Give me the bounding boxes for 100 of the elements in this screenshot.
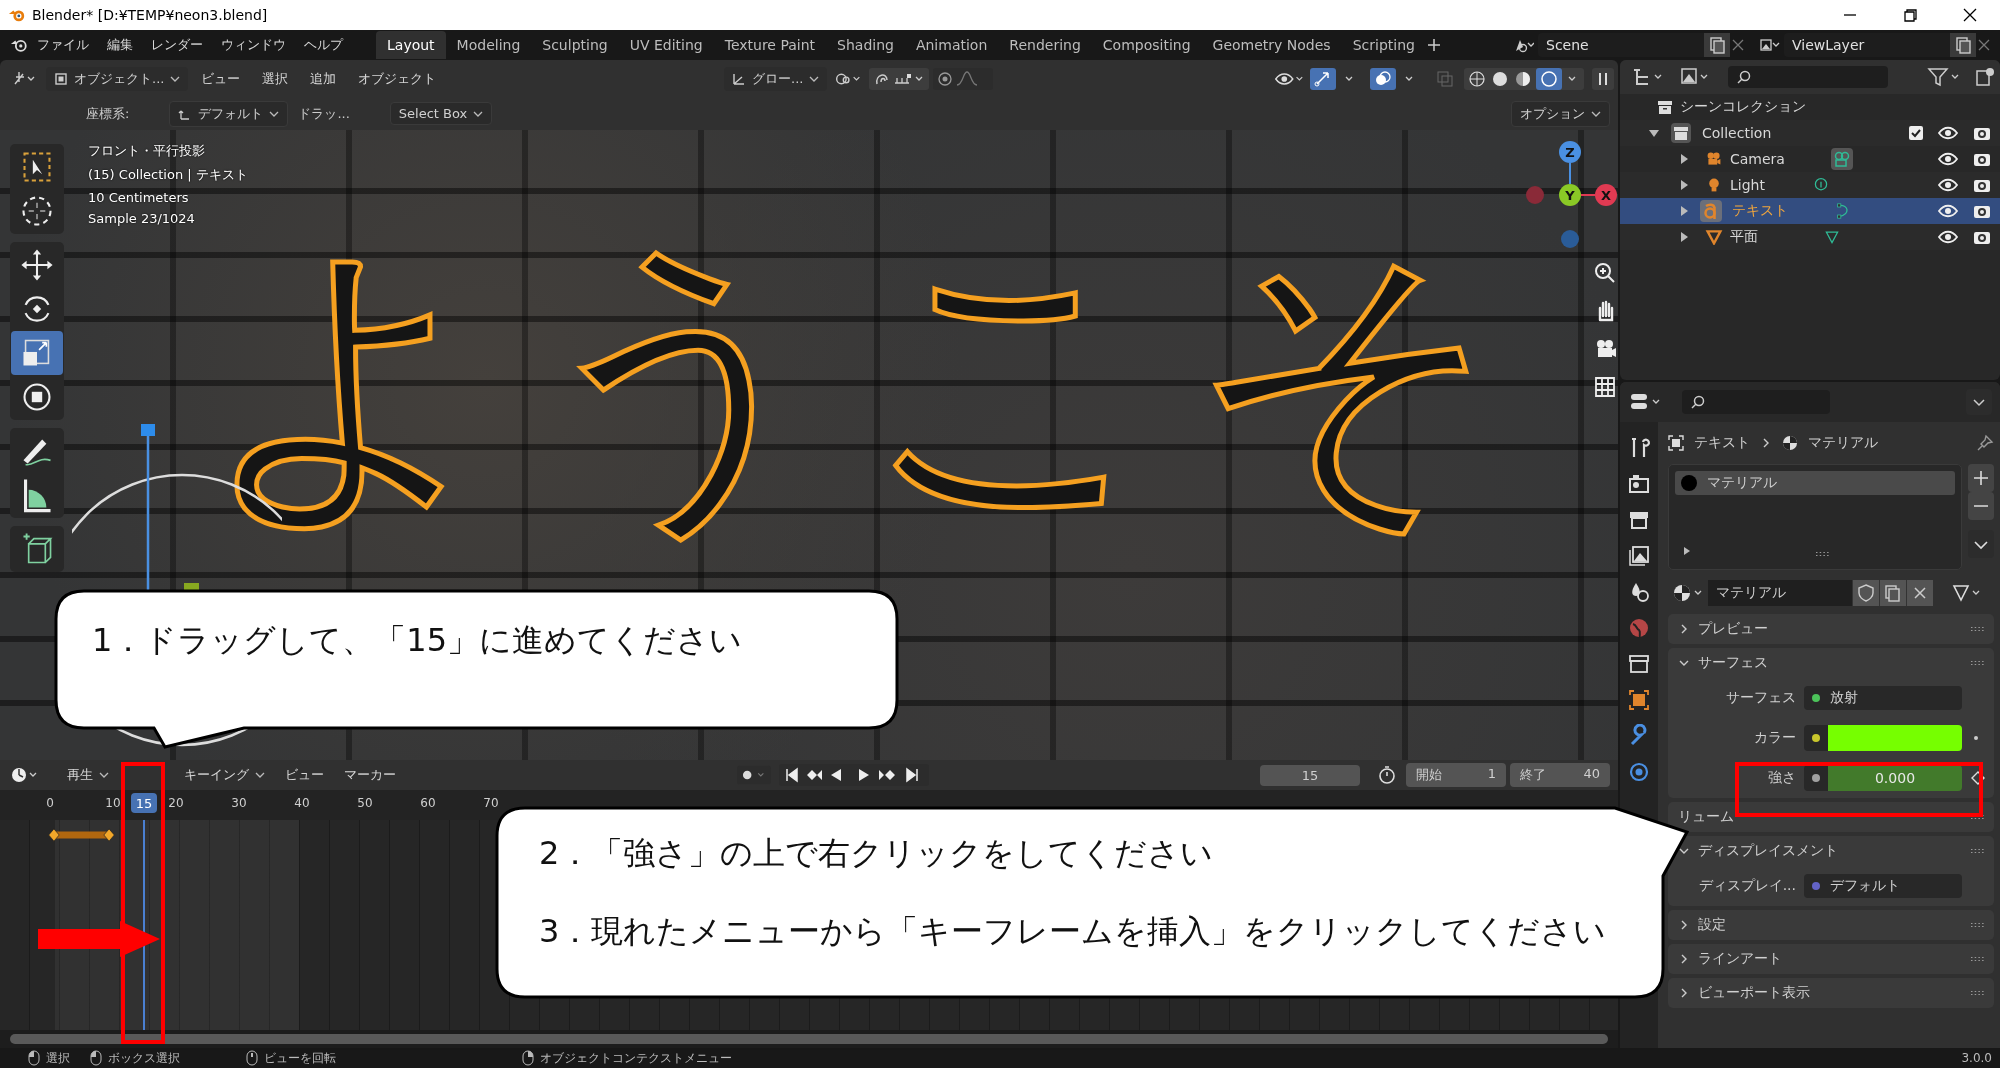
close-icon[interactable] [1730, 37, 1746, 53]
workspace-tab[interactable]: Sculpting [531, 31, 619, 59]
workspace-tab[interactable]: UV Editing [618, 31, 714, 59]
globe-icon[interactable] [1627, 616, 1651, 640]
workspace-tab[interactable]: Scripting [1341, 31, 1426, 59]
pause-icon[interactable] [1592, 67, 1614, 90]
eye-icon[interactable] [1938, 125, 1958, 141]
eye-icon[interactable] [1938, 203, 1958, 219]
fake-user-icon[interactable] [1852, 580, 1879, 606]
close-icon[interactable] [1976, 37, 1992, 53]
mode-dropdown[interactable]: オブジェクト... [46, 66, 189, 91]
axis-dot[interactable] [1561, 230, 1579, 248]
outliner-item[interactable]: Camera [1730, 151, 1785, 167]
panel-title[interactable]: ディスプレイスメント [1698, 842, 1838, 860]
menu-item[interactable]: マーカー [335, 763, 405, 787]
checkbox[interactable] [1908, 125, 1924, 141]
panel-title[interactable]: プレビュー [1698, 620, 1768, 638]
drag-grip-icon[interactable] [1970, 922, 1986, 928]
snap-icon[interactable] [869, 67, 930, 90]
axis-button[interactable]: X [1595, 184, 1617, 206]
workspace-tab[interactable]: Layout [376, 31, 446, 59]
camera-data-icon[interactable] [1830, 148, 1853, 170]
menu-item[interactable]: ファイル [28, 33, 98, 57]
panel-title[interactable]: サーフェス [1698, 654, 1768, 672]
image-stack-icon[interactable] [1627, 544, 1651, 568]
stopwatch-icon[interactable] [1376, 764, 1398, 786]
pivot-dropdown[interactable]: デフォルト [169, 100, 289, 127]
copy-icon[interactable] [1704, 33, 1730, 57]
add-slot-button[interactable] [1968, 464, 1994, 492]
drag-grip-icon[interactable] [1970, 660, 1986, 666]
copy-icon[interactable] [1879, 580, 1906, 606]
render-icon[interactable] [1627, 472, 1651, 496]
shading-modes-icon[interactable] [1464, 67, 1584, 90]
axis-button[interactable]: Z [1559, 141, 1581, 163]
drag-grip-icon[interactable] [1970, 814, 1986, 820]
search-field[interactable] [1682, 390, 1830, 414]
menu-item[interactable]: ビュー [192, 66, 250, 91]
scene-field[interactable]: Scene [1538, 33, 1704, 57]
workspace-tab[interactable]: Rendering [998, 31, 1092, 59]
orbit-icon[interactable] [1627, 760, 1651, 784]
workspace-tab[interactable]: Animation [904, 31, 999, 59]
drag-grip-icon[interactable] [1970, 956, 1986, 962]
disclosure-triangle-icon[interactable] [1678, 153, 1690, 165]
options-dropdown[interactable]: オプション [1511, 100, 1610, 127]
panel-title[interactable]: ラインアート [1698, 950, 1782, 968]
disclosure-triangle-icon[interactable] [1678, 179, 1690, 191]
render-camera-icon[interactable] [1972, 177, 1992, 193]
search-field[interactable] [1728, 66, 1888, 88]
disclosure-triangle-icon[interactable] [1648, 127, 1660, 139]
disclosure-triangle-icon[interactable] [1678, 205, 1690, 217]
menu-item[interactable]: ヘルプ [295, 33, 352, 57]
workspace-tab[interactable]: Modeling [445, 31, 532, 59]
start-frame-field[interactable]: 開始 1 [1406, 763, 1506, 787]
outliner-item[interactable]: テキスト [1732, 202, 1788, 220]
menu-item[interactable]: キーイング [175, 763, 274, 787]
menu-item[interactable]: 再生 [58, 763, 118, 787]
new-collection-icon[interactable] [1974, 66, 1996, 88]
end-frame-field[interactable]: 終了 40 [1510, 763, 1610, 787]
shader-link-field[interactable]: 放射 [1804, 686, 1962, 710]
drag-grip-icon[interactable] [1970, 990, 1986, 996]
panel-title[interactable]: 設定 [1698, 916, 1726, 934]
workspace-tab[interactable]: Texture Paint [713, 31, 827, 59]
scrollbar[interactable] [10, 1034, 1608, 1044]
render-camera-icon[interactable] [1972, 125, 1992, 141]
menu-item[interactable]: オブジェクト [349, 66, 446, 91]
menu-item[interactable]: 追加 [301, 66, 346, 91]
collection-icon[interactable] [1627, 652, 1651, 676]
add-workspace-icon[interactable] [1425, 37, 1442, 53]
current-frame-badge[interactable]: 15 [131, 793, 157, 813]
workspace-tab[interactable]: Compositing [1091, 31, 1202, 59]
drag-grip-icon[interactable] [1970, 626, 1986, 632]
outliner-item[interactable]: Light [1730, 177, 1765, 193]
render-camera-icon[interactable] [1972, 203, 1992, 219]
panel-title[interactable]: ビューポート表示 [1698, 984, 1810, 1002]
material-name-field[interactable]: マテリアル [1708, 580, 1852, 606]
panel-title[interactable]: リューム [1678, 808, 1734, 826]
render-camera-icon[interactable] [1972, 151, 1992, 167]
orientation-dropdown[interactable]: グロー... [724, 66, 828, 91]
outliner-item[interactable]: Collection [1702, 125, 1772, 141]
pin-icon[interactable] [1976, 434, 1994, 452]
resize-grip-icon[interactable] [1815, 551, 1831, 557]
axis-dot[interactable] [1526, 186, 1544, 204]
current-frame-field[interactable]: 15 [1260, 764, 1360, 786]
close-icon[interactable] [1906, 580, 1933, 606]
eye-icon[interactable] [1938, 229, 1958, 245]
menu-item[interactable]: ビュー [276, 763, 333, 787]
workspace-tab[interactable]: Geometry Nodes [1201, 31, 1342, 59]
keyframe-diamond-icon[interactable] [1970, 770, 1986, 786]
menu-item[interactable]: 編集 [98, 33, 142, 57]
outliner-item[interactable]: 平面 [1730, 228, 1758, 246]
view-layer-field[interactable]: ViewLayer [1784, 33, 1950, 57]
material-slot[interactable]: マテリアル [1675, 471, 1955, 495]
menu-item[interactable]: レンダー [142, 33, 212, 57]
scale-tool-icon[interactable] [11, 331, 63, 375]
disclosure-triangle-icon[interactable] [1678, 231, 1690, 243]
shader-link-field[interactable]: デフォルト [1804, 874, 1962, 898]
color-field[interactable] [1804, 725, 1962, 751]
copy-icon[interactable] [1950, 33, 1976, 57]
remove-slot-button[interactable] [1968, 492, 1994, 520]
drag-grip-icon[interactable] [1970, 848, 1986, 854]
